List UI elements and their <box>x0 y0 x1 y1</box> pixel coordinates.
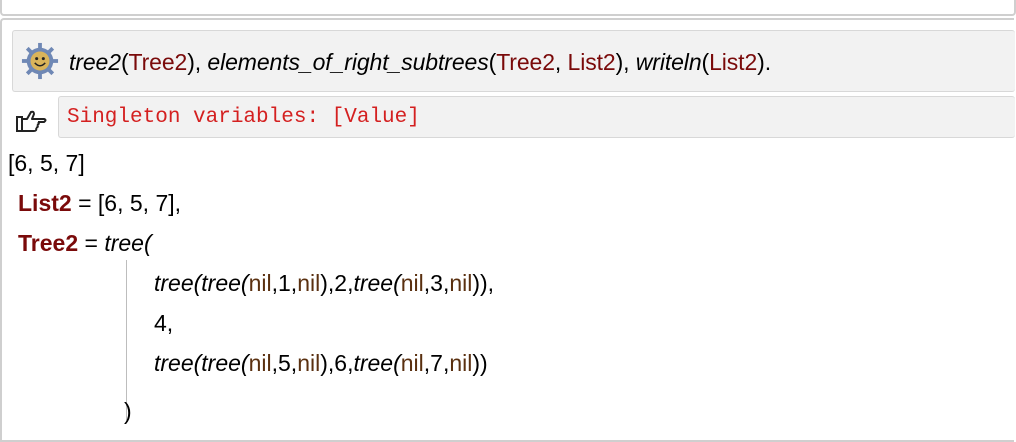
warning-box: Singleton variables: [Value] <box>58 96 1015 138</box>
query-box[interactable]: tree2(Tree2), elements_of_right_subtrees… <box>12 30 1015 92</box>
binding-list2: List2 = [6, 5, 7], <box>18 190 182 216</box>
pointing-hand-icon <box>16 110 47 132</box>
tree-indent-guide <box>126 260 131 420</box>
binding-tree2: Tree2 = tree( <box>18 230 152 256</box>
warning-text: Singleton variables: [Value] <box>67 106 420 129</box>
previous-cell <box>0 0 1016 16</box>
printed-output: [6, 5, 7] <box>8 150 85 176</box>
swish-gear-smiley-icon <box>21 42 59 80</box>
tree-line-1: tree(tree(nil,1,nil),2,tree(nil,3,nil)), <box>154 270 495 296</box>
tree-line-2: 4, <box>154 310 174 336</box>
query-text: tree2(Tree2), elements_of_right_subtrees… <box>69 49 772 75</box>
tree-line-3: tree(tree(nil,5,nil),6,tree(nil,7,nil)) <box>154 350 488 376</box>
tree-close-paren: ) <box>124 398 132 424</box>
query-result-cell: tree2(Tree2), elements_of_right_subtrees… <box>0 18 1015 442</box>
